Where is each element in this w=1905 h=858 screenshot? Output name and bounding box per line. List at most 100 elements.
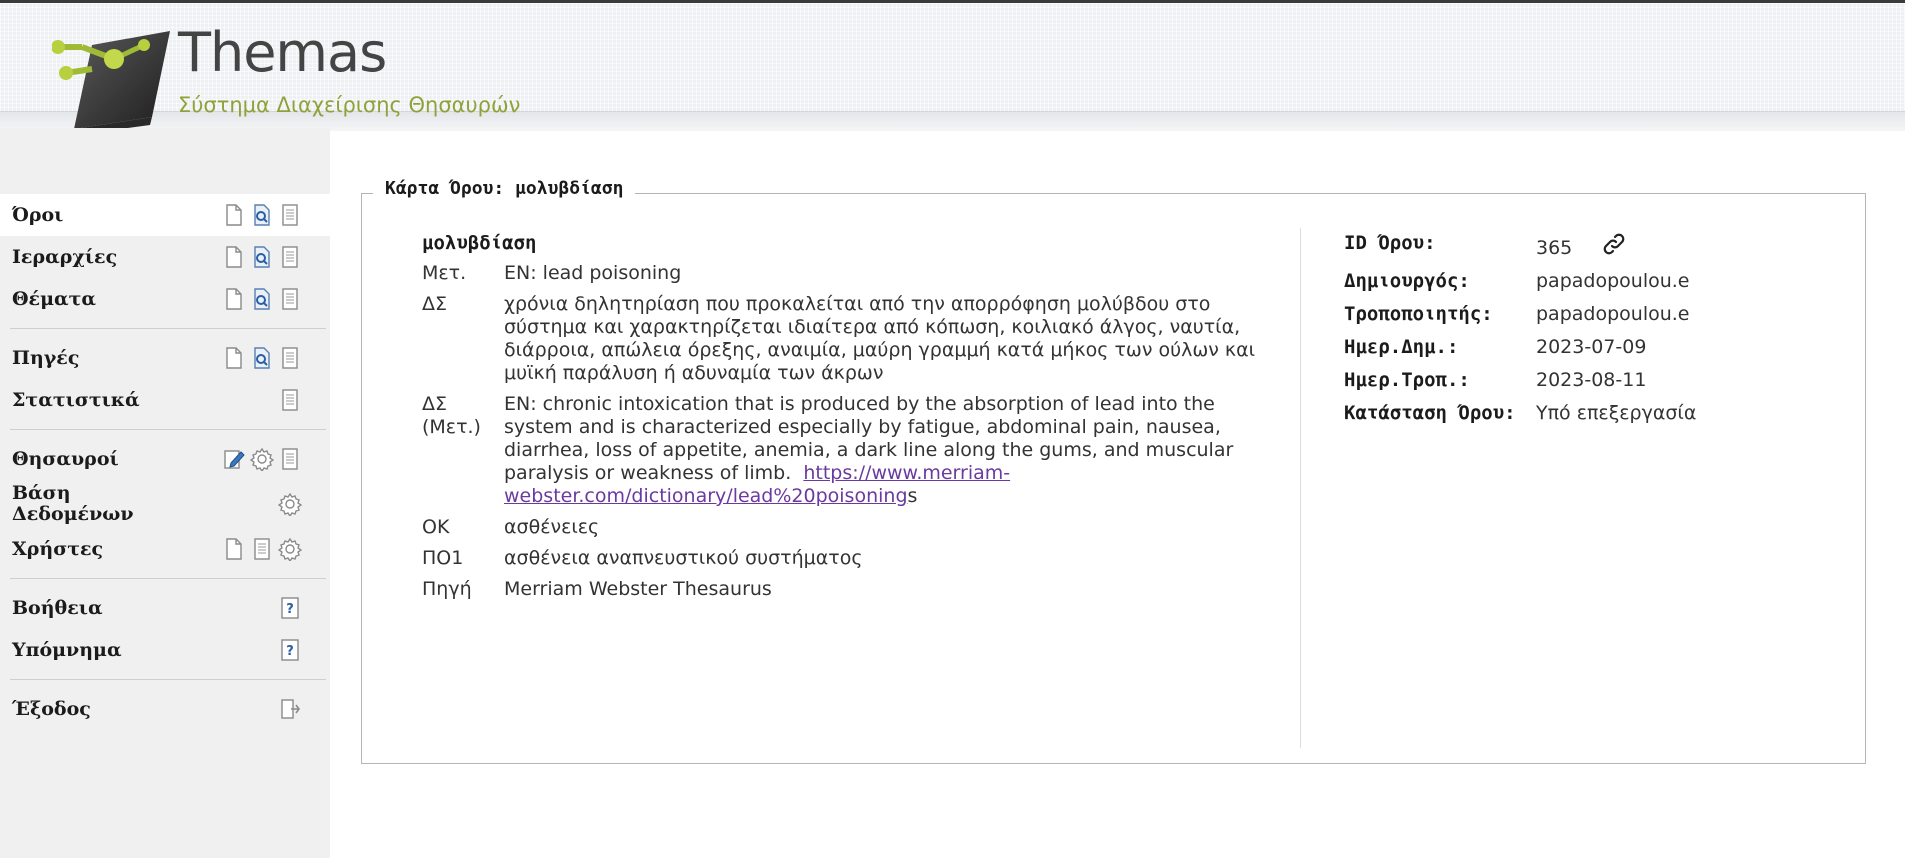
- term-card-legend: Κάρτα Όρου: μολυβδίαση: [373, 178, 636, 199]
- meta-key: ID Όρου:: [1344, 232, 1436, 254]
- help-icon[interactable]: ?: [278, 638, 302, 662]
- sidebar-item-topics[interactable]: Θέματα: [0, 278, 330, 320]
- help-icon[interactable]: ?: [278, 596, 302, 620]
- edit-icon[interactable]: [222, 447, 246, 471]
- row-value: ασθένεια αναπνευστικού συστήματος: [504, 547, 863, 569]
- new-document-icon[interactable]: [222, 245, 246, 269]
- gear-icon[interactable]: [277, 537, 303, 563]
- app-title: Themas: [178, 21, 387, 84]
- sidebar-item-statistics[interactable]: Στατιστικά: [0, 379, 330, 421]
- link-icon[interactable]: [1602, 232, 1626, 256]
- meta-key: Ημερ.Δημ.:: [1344, 336, 1459, 358]
- sidebar-item-label: Θέματα: [12, 287, 97, 310]
- sidebar-divider: [10, 328, 326, 329]
- sidebar-item-label: Έξοδος: [12, 697, 91, 720]
- row-label: Πηγή: [422, 578, 472, 600]
- exit-icon[interactable]: [278, 697, 302, 721]
- sidebar-item-terms[interactable]: Όροι: [0, 194, 330, 236]
- new-document-icon[interactable]: [222, 346, 246, 370]
- meta-key: Κατάσταση Όρου:: [1344, 402, 1516, 424]
- meta-key: Τροποποιητής:: [1344, 303, 1493, 325]
- meta-value: 365: [1536, 232, 1626, 260]
- meta-row-created-date: Ημερ.Δημ.: 2023-07-09: [1344, 336, 1844, 359]
- search-document-icon[interactable]: [250, 245, 274, 269]
- new-document-icon[interactable]: [222, 203, 246, 227]
- meta-row-status: Κατάσταση Όρου: Υπό επεξεργασία: [1344, 402, 1844, 425]
- sidebar-item-label: Βοήθεια: [12, 596, 103, 619]
- term-row-source: Πηγή Merriam Webster Thesaurus: [422, 578, 1282, 601]
- term-row-translation: Μετ. EN: lead poisoning: [422, 262, 1282, 285]
- list-document-icon[interactable]: [278, 388, 302, 412]
- sidebar-item-users[interactable]: Χρήστες: [0, 528, 330, 570]
- gear-icon[interactable]: [249, 447, 275, 473]
- term-row-top-term: ΟΚ ασθένειες: [422, 516, 1282, 539]
- list-document-icon[interactable]: [250, 537, 274, 561]
- term-metadata: ID Όρου: 365 Δημιουργός: papadopoulou.e …: [1344, 232, 1844, 435]
- new-document-icon[interactable]: [222, 537, 246, 561]
- row-value: Merriam Webster Thesaurus: [504, 578, 772, 600]
- svg-text:?: ?: [286, 644, 294, 659]
- list-document-icon[interactable]: [278, 287, 302, 311]
- meta-value: 2023-07-09: [1536, 336, 1647, 358]
- row-value: ασθένειες: [504, 516, 600, 538]
- sidebar-item-label: Όροι: [12, 203, 64, 226]
- row-value: EN: lead poisoning: [504, 262, 682, 284]
- sidebar-item-label: Χρήστες: [12, 537, 104, 560]
- new-document-icon[interactable]: [222, 287, 246, 311]
- sidebar: Όροι Ιεραρχίες Θέματα Πηγές Στατιστικά Θ…: [0, 194, 330, 730]
- sidebar-divider: [10, 679, 326, 680]
- search-document-icon[interactable]: [250, 346, 274, 370]
- sidebar-item-legend[interactable]: Υπόμνημα ?: [0, 629, 330, 671]
- meta-row-modifier: Τροποποιητής: papadopoulou.e: [1344, 303, 1844, 326]
- app-subtitle: Σύστημα Διαχείρισης Θησαυρών: [178, 93, 521, 117]
- sidebar-item-hierarchies[interactable]: Ιεραρχίες: [0, 236, 330, 278]
- svg-text:?: ?: [286, 602, 294, 617]
- gear-icon[interactable]: [277, 492, 303, 518]
- search-document-icon[interactable]: [250, 287, 274, 311]
- term-title: μολυβδίαση: [422, 232, 537, 254]
- term-details: μολυβδίαση Μετ. EN: lead poisoning ΔΣ χρ…: [422, 232, 1282, 609]
- sidebar-divider: [10, 578, 326, 579]
- sidebar-divider: [10, 429, 326, 430]
- row-value-suffix: s: [907, 485, 918, 507]
- sidebar-item-label: Βάση Δεδομένων: [12, 482, 134, 525]
- row-value: χρόνια δηλητηρίαση που προκαλείται από τ…: [504, 293, 1256, 384]
- row-label: ΟΚ: [422, 516, 450, 538]
- sidebar-item-database[interactable]: Βάση Δεδομένων: [0, 480, 330, 528]
- row-label: Μετ.: [422, 262, 467, 284]
- sidebar-item-label: Θησαυροί: [12, 447, 119, 470]
- sidebar-item-help[interactable]: Βοήθεια ?: [0, 587, 330, 629]
- meta-key: Ημερ.Τροπ.:: [1344, 369, 1470, 391]
- search-document-icon[interactable]: [250, 203, 274, 227]
- term-row-broader-term: ΠΟ1 ασθένεια αναπνευστικού συστήματος: [422, 547, 1282, 570]
- meta-value: 2023-08-11: [1536, 369, 1647, 391]
- column-divider: [1300, 228, 1301, 748]
- meta-row-creator: Δημιουργός: papadopoulou.e: [1344, 270, 1844, 293]
- sidebar-item-thesauri[interactable]: Θησαυροί: [0, 438, 330, 480]
- sidebar-item-sources[interactable]: Πηγές: [0, 337, 330, 379]
- meta-value: Υπό επεξεργασία: [1536, 402, 1697, 424]
- themas-logo-icon: [52, 31, 170, 135]
- sidebar-item-exit[interactable]: Έξοδος: [0, 688, 330, 730]
- row-value: EN: chronic intoxication that is produce…: [504, 393, 1282, 508]
- sidebar-item-label: Πηγές: [12, 346, 80, 369]
- meta-value: papadopoulou.e: [1536, 303, 1690, 325]
- meta-row-id: ID Όρου: 365: [1344, 232, 1844, 260]
- sidebar-item-label: Στατιστικά: [12, 388, 140, 411]
- meta-row-modified-date: Ημερ.Τροπ.: 2023-08-11: [1344, 369, 1844, 392]
- term-row-scope-note-translation: ΔΣ (Μετ.) EN: chronic intoxication that …: [422, 393, 1282, 508]
- list-document-icon[interactable]: [278, 346, 302, 370]
- list-document-icon[interactable]: [278, 447, 302, 471]
- term-row-scope-note: ΔΣ χρόνια δηλητηρίαση που προκαλείται απ…: [422, 293, 1282, 385]
- meta-key: Δημιουργός:: [1344, 270, 1470, 292]
- row-label: ΔΣ: [422, 293, 448, 315]
- sidebar-item-label: Υπόμνημα: [12, 638, 122, 661]
- term-id-value: 365: [1536, 237, 1573, 259]
- sidebar-item-label: Ιεραρχίες: [12, 245, 118, 268]
- list-document-icon[interactable]: [278, 245, 302, 269]
- list-document-icon[interactable]: [278, 203, 302, 227]
- row-label: ΠΟ1: [422, 547, 464, 569]
- app-header: Themas Σύστημα Διαχείρισης Θησαυρών: [0, 0, 1905, 135]
- row-label: ΔΣ (Μετ.): [422, 393, 481, 438]
- meta-value: papadopoulou.e: [1536, 270, 1690, 292]
